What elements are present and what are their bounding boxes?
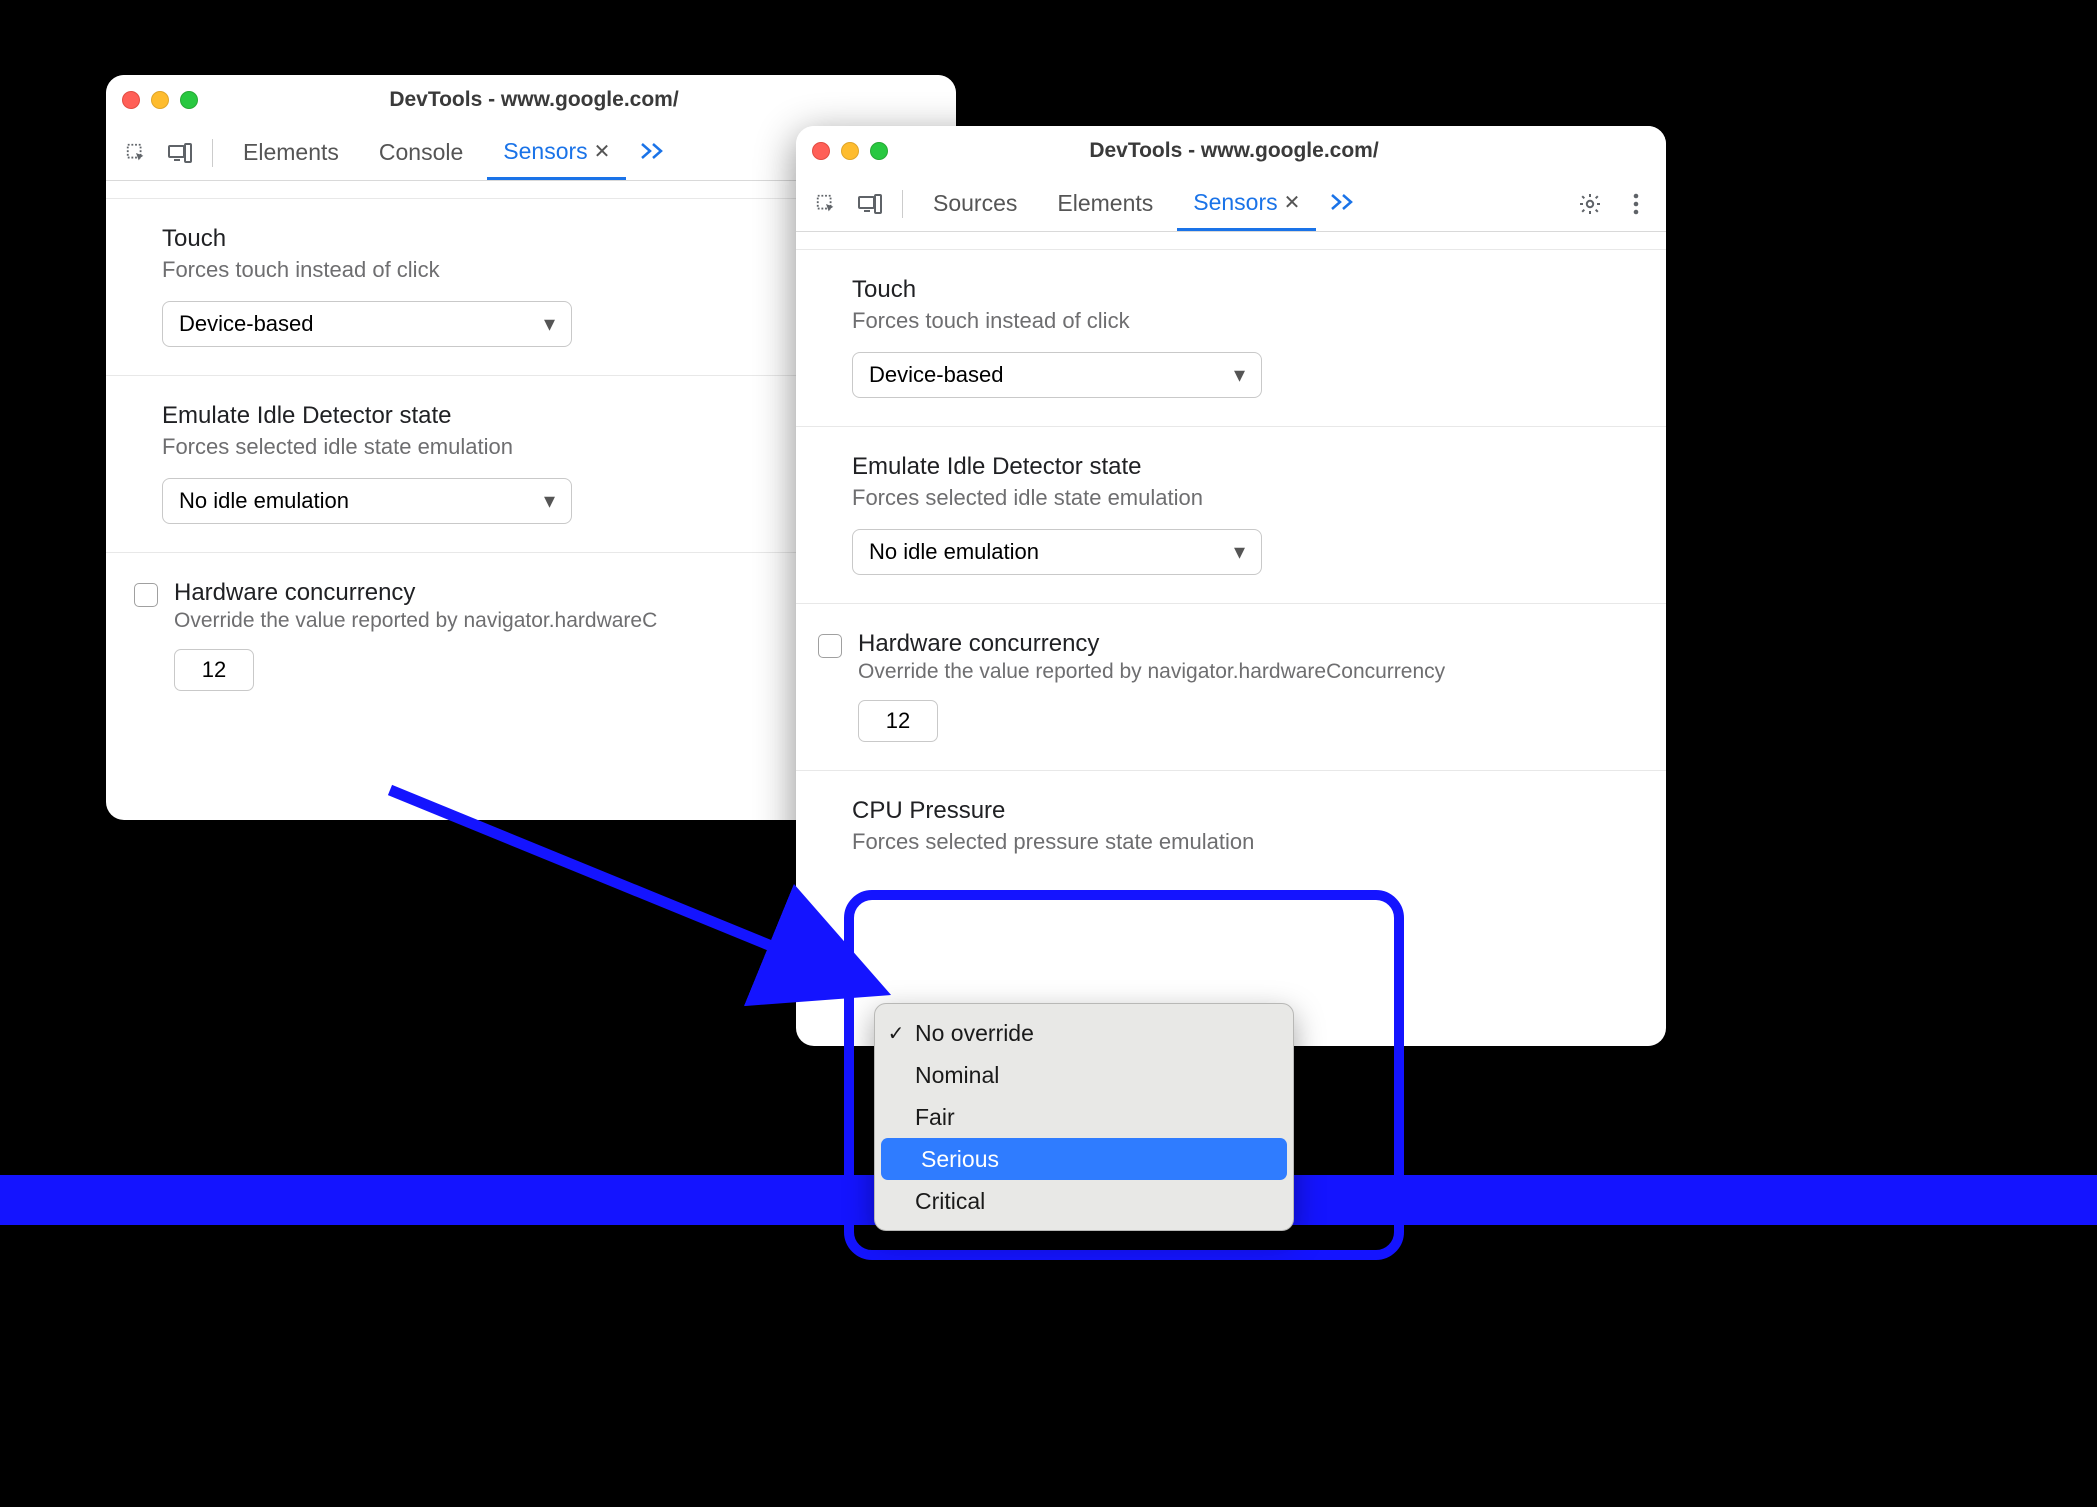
tab-sensors[interactable]: Sensors ✕ xyxy=(1177,176,1316,231)
hc-value-input[interactable]: 12 xyxy=(174,649,254,691)
close-window-dot[interactable] xyxy=(122,91,140,109)
touch-select-value: Device-based xyxy=(179,311,314,337)
dropdown-item-critical[interactable]: Critical xyxy=(875,1180,1293,1222)
dropdown-item-fair[interactable]: Fair xyxy=(875,1096,1293,1138)
hc-title: Hardware concurrency xyxy=(858,630,1445,658)
devtools-toolbar: Sources Elements Sensors ✕ xyxy=(796,176,1666,232)
caret-down-icon: ▾ xyxy=(544,311,555,337)
idle-select-value: No idle emulation xyxy=(869,539,1039,565)
touch-title: Touch xyxy=(852,276,1638,304)
check-icon: ✓ xyxy=(885,1021,907,1046)
tab-sensors[interactable]: Sensors ✕ xyxy=(487,125,626,180)
cpu-subtitle: Forces selected pressure state emulation xyxy=(852,829,1638,855)
dropdown-item-nominal[interactable]: Nominal xyxy=(875,1054,1293,1096)
touch-subtitle: Forces touch instead of click xyxy=(852,308,1638,334)
touch-select[interactable]: Device-based ▾ xyxy=(162,301,572,347)
caret-down-icon: ▾ xyxy=(1234,362,1245,388)
close-tab-icon[interactable]: ✕ xyxy=(594,139,611,164)
hc-subtitle: Override the value reported by navigator… xyxy=(174,609,657,633)
tab-sensors-label: Sensors xyxy=(1193,189,1277,216)
hc-subtitle: Override the value reported by navigator… xyxy=(858,660,1445,684)
hardware-concurrency-checkbox[interactable] xyxy=(134,583,158,607)
hc-value-input[interactable]: 12 xyxy=(858,700,938,742)
close-window-dot[interactable] xyxy=(812,142,830,160)
caret-down-icon: ▾ xyxy=(1234,539,1245,565)
minimize-window-dot[interactable] xyxy=(841,142,859,160)
minimize-window-dot[interactable] xyxy=(151,91,169,109)
zoom-window-dot[interactable] xyxy=(870,142,888,160)
dropdown-item-serious[interactable]: Serious xyxy=(881,1138,1287,1180)
more-tabs-chevron-icon[interactable] xyxy=(1330,190,1356,218)
gear-icon[interactable] xyxy=(1572,186,1608,222)
idle-select-value: No idle emulation xyxy=(179,488,349,514)
idle-select[interactable]: No idle emulation ▾ xyxy=(852,529,1262,575)
caret-down-icon: ▾ xyxy=(544,488,555,514)
idle-title: Emulate Idle Detector state xyxy=(852,453,1638,481)
cpu-title: CPU Pressure xyxy=(852,797,1638,825)
touch-select[interactable]: Device-based ▾ xyxy=(852,352,1262,398)
window-title: DevTools - www.google.com/ xyxy=(198,88,870,112)
idle-subtitle: Forces selected idle state emulation xyxy=(852,485,1638,511)
titlebar: DevTools - www.google.com/ xyxy=(796,126,1666,176)
tab-console[interactable]: Console xyxy=(363,125,479,180)
hardware-concurrency-checkbox[interactable] xyxy=(818,634,842,658)
tab-elements[interactable]: Elements xyxy=(1041,176,1169,231)
device-toggle-icon[interactable] xyxy=(162,135,198,171)
tab-sources[interactable]: Sources xyxy=(917,176,1033,231)
devtools-window-right: DevTools - www.google.com/ Sources Eleme… xyxy=(796,126,1666,1046)
hc-title: Hardware concurrency xyxy=(174,579,657,607)
hardware-concurrency-section: Hardware concurrency Override the value … xyxy=(796,604,1666,771)
close-tab-icon[interactable]: ✕ xyxy=(1284,190,1301,215)
idle-section: Emulate Idle Detector state Forces selec… xyxy=(796,427,1666,604)
idle-select[interactable]: No idle emulation ▾ xyxy=(162,478,572,524)
cpu-pressure-section: CPU Pressure Forces selected pressure st… xyxy=(796,771,1666,901)
inspect-icon[interactable] xyxy=(118,135,154,171)
tab-sensors-label: Sensors xyxy=(503,138,587,165)
more-tabs-chevron-icon[interactable] xyxy=(640,139,666,167)
touch-section: Touch Forces touch instead of click Devi… xyxy=(796,250,1666,427)
dropdown-item-no-override[interactable]: ✓ No override xyxy=(875,1012,1293,1054)
inspect-icon[interactable] xyxy=(808,186,844,222)
cpu-pressure-dropdown[interactable]: ✓ No override Nominal Fair Serious Criti… xyxy=(874,1003,1294,1231)
tab-elements[interactable]: Elements xyxy=(227,125,355,180)
zoom-window-dot[interactable] xyxy=(180,91,198,109)
titlebar: DevTools - www.google.com/ xyxy=(106,75,956,125)
device-toggle-icon[interactable] xyxy=(852,186,888,222)
touch-select-value: Device-based xyxy=(869,362,1004,388)
window-title: DevTools - www.google.com/ xyxy=(888,139,1580,163)
kebab-menu-icon[interactable] xyxy=(1618,186,1654,222)
